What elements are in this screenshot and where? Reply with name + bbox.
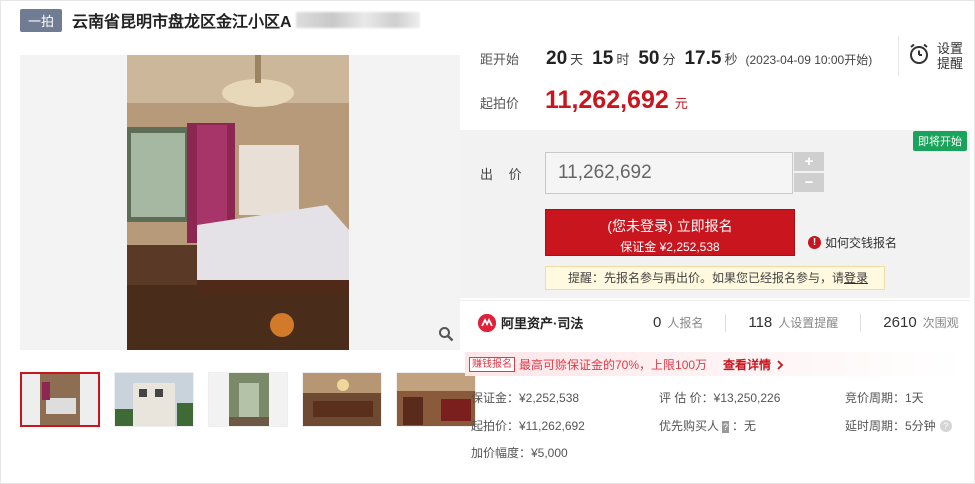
promo-text: 最高可赊保证金的70%，上限100万 <box>519 357 708 372</box>
signup-count: 0 人报名 <box>653 314 703 331</box>
divider <box>725 313 727 332</box>
countdown: 距开始 20 天 15 时 50 分 17.5 秒 (2023-04-09 10… <box>480 48 872 70</box>
start-price-info: 起拍价：¥11,262,692 <box>471 419 585 433</box>
how-to-pay-link[interactable]: ! 如何交钱报名 <box>808 234 897 251</box>
priority-buyer-info: 优先购买人? ：无 <box>659 417 756 434</box>
how-to-pay-label: 如何交钱报名 <box>825 236 898 250</box>
priority-buyer-label: 优先购买人 <box>659 419 720 433</box>
delay-cycle-label: 延时周期：5分钟 <box>845 419 936 433</box>
reminder-count: 118 人设置提醒 <box>748 314 838 331</box>
promo-tag: 赚钱报名 <box>469 356 515 372</box>
reminder-count-unit: 人设置提醒 <box>778 316 839 330</box>
thumbnail-1[interactable] <box>20 372 100 427</box>
start-price-unit: 元 <box>674 96 688 111</box>
signup-button-label: (您未登录) 立即报名 <box>607 218 733 234</box>
deposit-info: 保证金：¥2,252,538 <box>471 391 580 405</box>
delay-cycle-info: 延时周期：5分钟? <box>845 417 952 434</box>
alibaba-logo-icon <box>478 313 496 332</box>
thumbnail-strip <box>20 372 476 427</box>
set-reminder-button[interactable]: 设置提醒 <box>898 36 968 76</box>
magnifier-icon[interactable] <box>436 326 456 346</box>
title-row: 一拍 云南省昆明市盘龙区金江小区A <box>20 8 420 32</box>
thumbnail-2[interactable] <box>114 372 194 427</box>
main-image-viewer[interactable] <box>20 55 460 350</box>
countdown-label: 距开始 <box>480 52 520 67</box>
bid-label: 出 价 <box>480 167 528 182</box>
priority-help-badge[interactable]: ? <box>722 421 730 433</box>
tip-text: 提醒：先报名参与再出价。如果您已经报名参与，请 <box>568 271 845 285</box>
help-icon[interactable]: ? <box>939 420 952 432</box>
status-badge: 即将开始 <box>913 131 967 151</box>
countdown-minutes-unit: 分 <box>662 52 676 67</box>
view-count-unit: 次围观 <box>922 316 959 330</box>
promo-details-label: 查看详情 <box>723 357 772 372</box>
brand: 阿里资产·司法 <box>478 313 653 332</box>
bid-panel: 即将开始 出 价 11,262,692 + − (您未登录) 立即报名 保证金 … <box>460 130 970 298</box>
view-count: 2610 次围观 <box>883 314 958 331</box>
set-reminder-label: 设置提醒 <box>937 41 964 71</box>
thumbnail-4[interactable] <box>302 372 382 427</box>
page-title: 云南省昆明市盘龙区金江小区A <box>72 14 292 31</box>
thumbnail-3[interactable] <box>208 372 288 427</box>
countdown-minutes: 50 <box>638 48 660 69</box>
countdown-days-unit: 天 <box>570 52 584 67</box>
countdown-seconds-unit: 秒 <box>724 52 738 67</box>
alarm-clock-icon <box>907 42 931 71</box>
start-price-value: 11,262,692 <box>545 86 669 114</box>
signup-button[interactable]: (您未登录) 立即报名 保证金 ¥2,252,538 <box>545 209 795 256</box>
signup-tip: 提醒：先报名参与再出价。如果您已经报名参与，请登录 <box>545 266 885 290</box>
promo-details-link[interactable]: 查看详情 <box>723 356 784 373</box>
reminder-count-value: 118 <box>748 314 773 331</box>
login-link[interactable]: 登录 <box>844 271 868 285</box>
increment-info: 加价幅度：¥5,000 <box>471 446 568 460</box>
bid-increase-button[interactable]: + <box>794 152 824 171</box>
chevron-right-icon <box>777 359 784 370</box>
countdown-seconds: 17.5 <box>684 48 722 69</box>
brand-name: 阿里资产·司法 <box>501 316 584 331</box>
bid-decrease-button[interactable]: − <box>794 173 824 192</box>
countdown-days: 20 <box>546 48 568 69</box>
auction-round-tag: 一拍 <box>20 8 63 32</box>
stats-row: 阿里资产·司法 0 人报名 118 人设置提醒 2610 次围观 <box>460 300 970 344</box>
signup-deposit-label: 保证金 ¥2,252,538 <box>620 240 720 254</box>
redacted-text <box>295 12 420 28</box>
countdown-hours: 15 <box>592 48 614 69</box>
priority-buyer-value: ：无 <box>732 419 757 433</box>
start-price: 起拍价 11,262,692 元 <box>480 86 688 115</box>
auction-cycle-info: 竞价周期：1天 <box>845 391 924 405</box>
divider <box>860 313 862 332</box>
bid-amount-input[interactable]: 11,262,692 <box>545 152 793 194</box>
view-count-value: 2610 <box>883 314 917 331</box>
countdown-start-time: (2023-04-09 10:00开始) <box>745 53 873 67</box>
appraisal-info: 评 估 价：¥13,250,226 <box>659 391 781 405</box>
bedroom-photo <box>127 55 349 350</box>
info-icon: ! <box>808 236 821 249</box>
start-price-label: 起拍价 <box>480 96 520 111</box>
countdown-hours-unit: 时 <box>616 52 630 67</box>
signup-count-unit: 人报名 <box>667 316 704 330</box>
signup-count-value: 0 <box>653 314 662 331</box>
promo-banner: 赚钱报名 最高可赊保证金的70%，上限100万 查看详情 <box>465 352 965 376</box>
thumbnail-5[interactable] <box>396 372 476 427</box>
